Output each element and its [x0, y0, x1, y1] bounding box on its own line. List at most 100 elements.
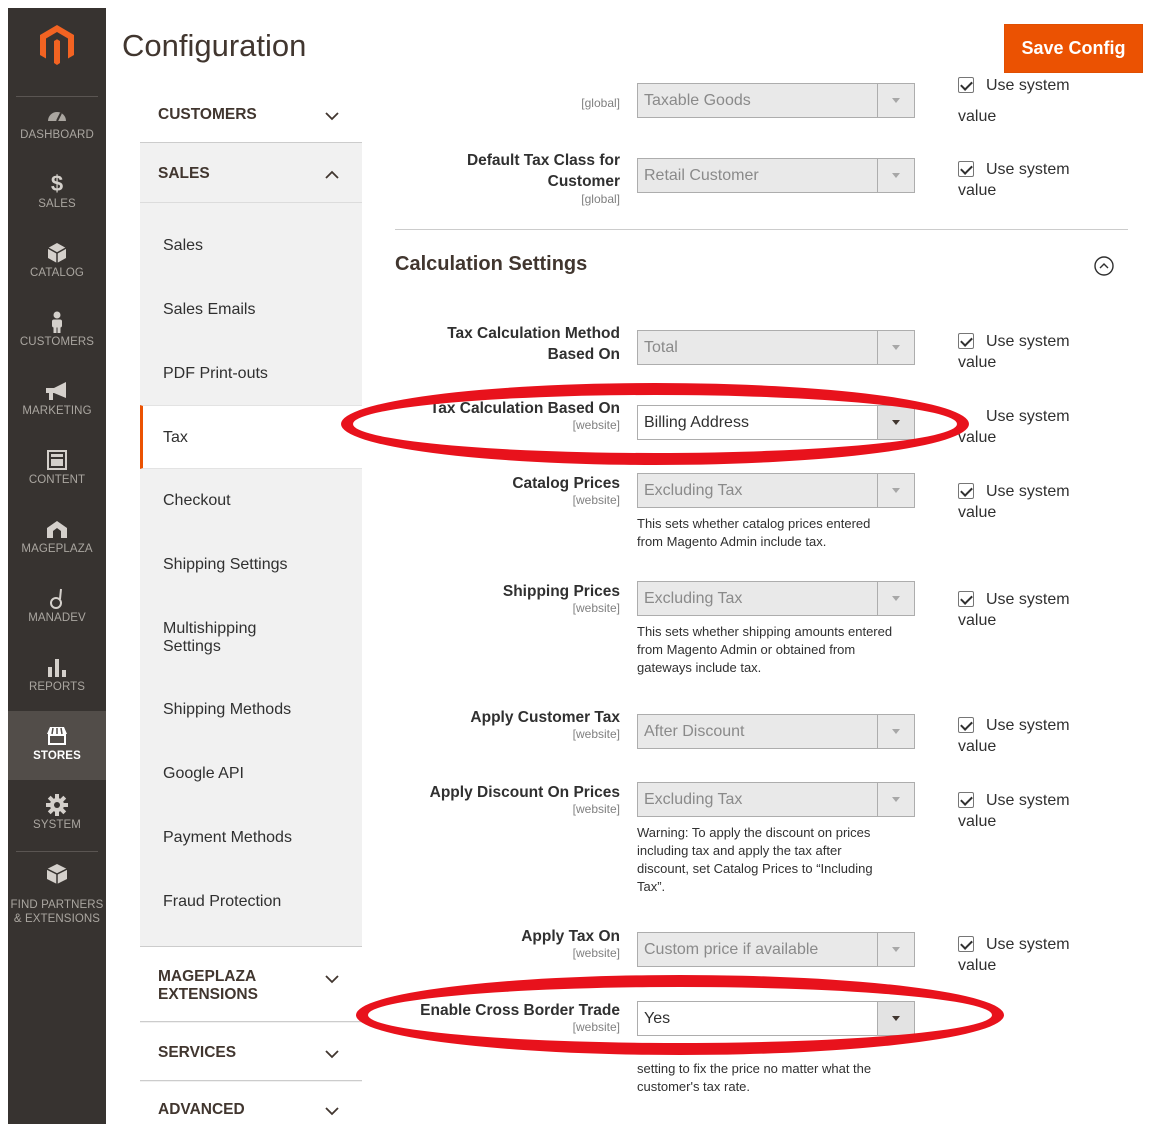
nav-label: SYSTEM — [33, 819, 81, 831]
dollar-icon: $ — [50, 171, 64, 196]
checkbox-checked-icon[interactable] — [958, 161, 974, 177]
chevron-down-icon — [325, 1050, 339, 1059]
tab-item-label: Multishipping — [163, 620, 257, 637]
note-line: from Magento Admin or obtained from — [637, 642, 856, 657]
tab-item-tax[interactable]: Tax — [140, 405, 362, 469]
select-apply-discount-on-prices[interactable]: Excluding Tax — [637, 782, 915, 817]
select-shipping-prices[interactable]: Excluding Tax — [637, 581, 915, 616]
tab-advanced[interactable]: ADVANCED — [140, 1082, 362, 1124]
select-enable-cross-border-trade[interactable]: Yes — [637, 1001, 915, 1036]
use-system-label: Use system — [986, 483, 1070, 500]
use-system-label: value — [958, 612, 997, 629]
checkbox-checked-icon[interactable] — [958, 77, 974, 93]
select-value: Yes — [644, 1010, 671, 1027]
note-line: gateways include tax. — [637, 660, 762, 675]
save-config-button[interactable]: Save Config — [1004, 24, 1143, 73]
dashboard-icon — [8, 103, 106, 127]
dropdown-arrow-icon — [877, 474, 914, 507]
nav-find-partners[interactable]: FIND PARTNERS & EXTENSIONS — [8, 852, 106, 932]
field-row-shipping-prices: Shipping Prices [website] Excluding Tax … — [362, 581, 1153, 681]
nav-marketing[interactable]: MARKETING — [8, 366, 106, 435]
nav-content[interactable]: CONTENT — [8, 435, 106, 504]
tab-item-sales[interactable]: Sales — [140, 215, 362, 279]
person-icon — [8, 310, 106, 334]
field-row-default-tax-class-customer: Default Tax Class for Customer [global] … — [362, 150, 1153, 210]
tab-mageplaza-extensions[interactable]: MAGEPLAZA EXTENSIONS — [140, 946, 362, 1022]
nav-stores[interactable]: STORES — [8, 711, 106, 780]
tab-label: EXTENSIONS — [158, 986, 258, 1003]
tab-item-sales-emails[interactable]: Sales Emails — [140, 279, 362, 343]
field-scope: [website] — [572, 493, 620, 507]
nav-system[interactable]: SYSTEM — [8, 780, 106, 849]
tab-item-label: Checkout — [163, 492, 231, 509]
tab-item-pdf-printouts[interactable]: PDF Print-outs — [140, 343, 362, 407]
checkbox-checked-icon[interactable] — [958, 792, 974, 808]
note-line: including tax and apply the tax after — [637, 843, 842, 858]
note-line: customer's tax rate. — [637, 1079, 751, 1094]
nav-manadev[interactable]: MANADEV — [8, 573, 106, 642]
select-value: Taxable Goods — [644, 92, 751, 109]
note-line: discount, set Catalog Prices to “Includi… — [637, 861, 873, 876]
use-system-label: value — [958, 429, 997, 446]
use-system-label: Use system — [986, 333, 1070, 350]
field-scope: [global] — [581, 96, 620, 110]
tab-item-shipping-methods[interactable]: Shipping Methods — [140, 679, 362, 743]
field-row-enable-cross-border-trade: Enable Cross Border Trade [website] Yes … — [362, 1000, 1153, 1100]
select-default-tax-class-customer[interactable]: Retail Customer — [637, 158, 915, 193]
checkbox-checked-icon[interactable] — [958, 936, 974, 952]
tab-sales[interactable]: SALES — [140, 144, 362, 203]
nav-reports[interactable]: REPORTS — [8, 642, 106, 711]
use-system-label: Use system — [986, 77, 1070, 94]
select-apply-customer-tax[interactable]: After Discount — [637, 714, 915, 749]
layout-icon — [8, 448, 106, 472]
dropdown-arrow-icon — [877, 159, 914, 192]
field-row-tax-calculation-based-on: Tax Calculation Based On [website] Billi… — [362, 398, 1153, 448]
nav-label: DASHBOARD — [20, 129, 94, 141]
select-catalog-prices[interactable]: Excluding Tax — [637, 473, 915, 508]
tab-item-fraud-protection[interactable]: Fraud Protection — [140, 871, 362, 935]
select-tax-calculation-method[interactable]: Total — [637, 330, 915, 365]
tab-item-label: Sales Emails — [163, 301, 256, 318]
field-label: Tax Calculation Method — [447, 325, 620, 342]
tab-item-checkout[interactable]: Checkout — [140, 470, 362, 534]
nav-label: CONTENT — [28, 474, 86, 486]
select-tax-calculation-based-on[interactable]: Billing Address — [637, 405, 915, 440]
nav-label: STORES — [33, 750, 81, 762]
tab-customers[interactable]: CUSTOMERS — [140, 85, 362, 143]
select-value: Total — [644, 339, 678, 356]
box-icon — [8, 241, 106, 265]
tab-item-shipping-settings[interactable]: Shipping Settings — [140, 534, 362, 598]
chevron-down-icon — [325, 112, 339, 121]
nav-label: MARKETING — [22, 405, 92, 417]
checkbox-checked-icon[interactable] — [958, 333, 974, 349]
select-value: Custom price if available — [644, 941, 819, 958]
nav-sales[interactable]: $ SALES — [8, 159, 106, 228]
magento-logo[interactable] — [8, 8, 106, 90]
tab-item-google-api[interactable]: Google API — [140, 743, 362, 807]
field-label: Default Tax Class for — [466, 152, 620, 169]
nav-mageplaza[interactable]: MAGEPLAZA — [8, 504, 106, 573]
nav-customers[interactable]: CUSTOMERS — [8, 297, 106, 366]
nav-label-line: FIND PARTNERS — [10, 899, 104, 911]
dropdown-arrow-icon — [877, 1002, 914, 1035]
tab-item-payment-methods[interactable]: Payment Methods — [140, 807, 362, 871]
field-label: Apply Tax On — [521, 928, 620, 945]
nav-dashboard[interactable]: DASHBOARD — [8, 90, 106, 159]
select-tax-class-product[interactable]: Taxable Goods — [637, 83, 915, 118]
tab-label: MAGEPLAZA — [158, 968, 257, 985]
collapse-section-icon[interactable] — [1094, 256, 1114, 276]
tab-item-multishipping-settings[interactable]: Multishipping Settings — [140, 598, 362, 678]
select-apply-tax-on[interactable]: Custom price if available — [637, 932, 915, 967]
use-system-label: Use system — [986, 591, 1070, 608]
checkbox-checked-icon[interactable] — [958, 591, 974, 607]
chevron-up-icon — [325, 170, 339, 179]
tab-services[interactable]: SERVICES — [140, 1023, 362, 1081]
use-system-label: Use system — [986, 717, 1070, 734]
checkbox-checked-icon[interactable] — [958, 717, 974, 733]
field-label: Enable Cross Border Trade — [420, 1002, 620, 1019]
checkbox-checked-icon[interactable] — [958, 483, 974, 499]
magento-logo-icon — [40, 25, 74, 65]
section-title[interactable]: Calculation Settings — [395, 253, 587, 276]
nav-catalog[interactable]: CATALOG — [8, 228, 106, 297]
tab-item-label: Google API — [163, 765, 244, 782]
